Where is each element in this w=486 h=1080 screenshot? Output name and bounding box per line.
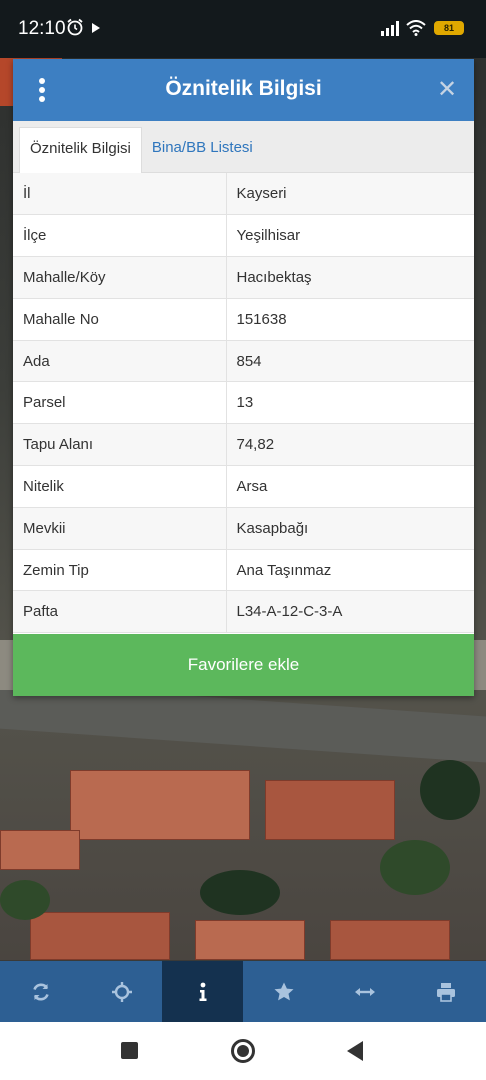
attribute-value: Kayseri — [226, 173, 474, 216]
signal-icon — [381, 21, 399, 36]
locate-button[interactable] — [81, 961, 162, 1022]
recents-icon[interactable] — [121, 1042, 138, 1059]
measure-button[interactable] — [324, 961, 405, 1022]
battery-level: 81 — [443, 23, 454, 33]
map-building — [195, 920, 305, 960]
info-icon — [199, 982, 206, 1001]
attribute-value: L34-A-12-C-3-A — [226, 590, 474, 634]
refresh-button[interactable] — [0, 961, 81, 1022]
status-time: 12:10 — [18, 18, 66, 39]
favorites-button[interactable] — [243, 961, 324, 1022]
close-icon[interactable]: ✕ — [436, 78, 458, 102]
info-button[interactable] — [162, 961, 243, 1022]
map-building — [265, 780, 395, 840]
table-row: Mahalle No 151638 — [13, 298, 474, 341]
attribute-key: Zemin Tip — [13, 549, 227, 592]
attribute-value: 74,82 — [226, 423, 474, 467]
attribute-key: Tapu Alanı — [13, 423, 227, 467]
attribute-value: Kasapbağı — [226, 507, 474, 550]
map-building — [30, 912, 170, 960]
tab-attribute-info[interactable]: Öznitelik Bilgisi — [19, 127, 142, 173]
attribute-dialog: Öznitelik Bilgisi ✕ Öznitelik Bilgisi Bi… — [13, 59, 474, 696]
wifi-icon — [406, 20, 426, 36]
attribute-value: 151638 — [226, 298, 474, 341]
map-tree — [0, 880, 50, 920]
star-icon — [274, 982, 293, 1000]
bottom-toolbar — [0, 961, 486, 1022]
print-button[interactable] — [405, 961, 486, 1022]
attribute-key: Nitelik — [13, 465, 227, 508]
tab-bar: Öznitelik Bilgisi Bina/BB Listesi — [13, 121, 474, 173]
attribute-value: Hacıbektaş — [226, 256, 474, 299]
attribute-key: Mahalle No — [13, 298, 227, 341]
table-row: Zemin Tip Ana Taşınmaz — [13, 549, 474, 592]
attribute-key: İl — [13, 173, 227, 216]
table-row: Tapu Alanı 74,82 — [13, 423, 474, 467]
attribute-value: Ana Taşınmaz — [226, 549, 474, 592]
map-tree — [380, 840, 450, 895]
table-row: Ada 854 — [13, 340, 474, 383]
crosshair-icon — [111, 981, 132, 1002]
table-row: Parsel 13 — [13, 381, 474, 425]
add-to-favorites-button[interactable]: Favorilere ekle — [13, 634, 474, 696]
attribute-key: Parsel — [13, 381, 227, 425]
attribute-key: Mevkii — [13, 507, 227, 550]
measure-icon — [354, 987, 375, 996]
map-tree — [420, 760, 480, 820]
system-nav-bar — [0, 1022, 486, 1080]
attribute-key: Pafta — [13, 590, 227, 634]
table-row: İlçe Yeşilhisar — [13, 214, 474, 258]
tab-building-list[interactable]: Bina/BB Listesi — [142, 127, 263, 173]
back-icon[interactable] — [347, 1041, 363, 1061]
map-building — [0, 830, 80, 870]
table-row: Mahalle/Köy Hacıbektaş — [13, 256, 474, 299]
dialog-header: Öznitelik Bilgisi ✕ — [13, 59, 474, 121]
map-tree — [200, 870, 280, 915]
attribute-key: Mahalle/Köy — [13, 256, 227, 299]
media-play-icon — [92, 23, 100, 33]
table-row: Nitelik Arsa — [13, 465, 474, 508]
table-row: Mevkii Kasapbağı — [13, 507, 474, 550]
status-bar: 12:10 81 — [0, 0, 486, 58]
print-icon — [436, 982, 455, 1002]
attribute-value: Yeşilhisar — [226, 214, 474, 258]
attribute-table: İl Kayseri İlçe Yeşilhisar Mahalle/Köy Hacıbe… — [13, 173, 474, 634]
dialog-title: Öznitelik Bilgisi — [165, 77, 322, 100]
attribute-value: Arsa — [226, 465, 474, 508]
map-building — [70, 770, 250, 840]
attribute-value: 854 — [226, 340, 474, 383]
refresh-icon — [32, 983, 49, 1000]
attribute-key: Ada — [13, 340, 227, 383]
battery-icon: 81 — [434, 21, 464, 35]
attribute-key: İlçe — [13, 214, 227, 258]
alarm-icon — [67, 18, 83, 36]
table-row: İl Kayseri — [13, 173, 474, 216]
home-icon[interactable] — [231, 1039, 255, 1063]
attribute-value: 13 — [226, 381, 474, 425]
map-building — [330, 920, 450, 960]
table-row: Pafta L34-A-12-C-3-A — [13, 590, 474, 634]
